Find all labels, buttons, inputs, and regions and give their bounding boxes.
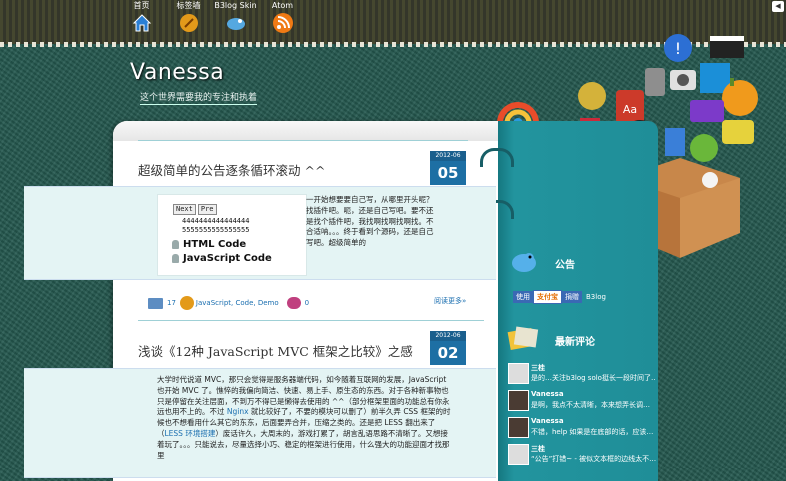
avatar	[508, 390, 529, 411]
post-separator	[138, 320, 484, 321]
recent-comment[interactable]: Vanessa 不错，help 如果是在底部的话，应该…	[508, 417, 658, 441]
date-day: 05	[437, 164, 459, 182]
post-tags[interactable]: JavaScript, Code, Demo	[196, 299, 279, 307]
nav-home[interactable]: 首页	[118, 0, 165, 34]
tag-icon	[179, 296, 194, 310]
nav-home-label: 首页	[133, 1, 150, 10]
comment-text: 是的…关注b3log solo挺长一段时间了…	[531, 374, 656, 382]
pre-button[interactable]: Pre	[197, 204, 217, 215]
nav-tags-label: 标签墙	[176, 1, 201, 10]
home-icon	[132, 14, 151, 32]
alipay-logo: 支付宝	[533, 290, 562, 304]
comment-author: 三桂	[531, 445, 545, 453]
date-year-month: 2012-06	[430, 151, 466, 161]
collapse-arrow-icon[interactable]: ◀	[772, 1, 784, 12]
post-excerpt: 大学时代说道 MVC，那只会觉得是服务器端代码，如今随着互联网的发展，JavaS…	[157, 375, 453, 461]
tag-icon	[179, 14, 198, 32]
mic-icon	[172, 253, 179, 263]
code-demo-panel: Next Pre 4444444444444444 555555555555555…	[157, 194, 307, 276]
recent-comment[interactable]: 三桂 “公告”打错~ - 被似文本框的边线太不…	[508, 444, 658, 468]
svg-text:Aa: Aa	[623, 103, 637, 116]
avatar	[508, 417, 529, 438]
demo-line: 5555555555555555	[182, 226, 250, 234]
recent-comment[interactable]: 三桂 是的…关注b3log solo挺长一段时间了…	[508, 363, 658, 387]
avatar	[508, 444, 529, 465]
nav-atom-label: Atom	[271, 1, 294, 10]
less-link[interactable]: LESS 环境搭建	[165, 429, 216, 438]
date-year-month: 2012-06	[430, 331, 466, 341]
donate-label: 捐赠	[562, 291, 582, 303]
nav-atom[interactable]: Atom	[259, 0, 306, 34]
read-more-link[interactable]: 阅读更多»	[434, 296, 466, 306]
title-underline	[138, 140, 468, 141]
site-title[interactable]: Vanessa	[130, 60, 224, 85]
donate-alipay[interactable]: 使用 支付宝 捐赠 B3log	[513, 290, 606, 304]
donate-target: B3log	[586, 293, 606, 301]
demo-line: 4444444444444444	[182, 217, 250, 225]
date-day: 02	[437, 344, 459, 362]
next-button[interactable]: Next	[173, 204, 196, 215]
nav-skin-label: B3log Skin	[214, 1, 257, 10]
donate-use: 使用	[513, 291, 533, 303]
code-item-label: HTML Code	[183, 238, 247, 250]
comment-author: Vanessa	[531, 417, 564, 425]
bird-icon	[226, 18, 245, 30]
comments-heading: 最新评论	[555, 337, 595, 348]
post-meta: 17 JavaScript, Code, Demo 0	[148, 296, 309, 310]
site-subtitle: 这个世界需要我的专注和执着	[140, 90, 258, 105]
comment-text: 是啊，我点不太清晰，本来想弄长调…	[531, 401, 650, 409]
nav-tags[interactable]: 标签墙	[165, 0, 212, 34]
recent-comment[interactable]: Vanessa 是啊，我点不太清晰，本来想弄长调…	[508, 390, 658, 414]
post-title[interactable]: 浅谈《12种 JavaScript MVC 框架之比较》之感	[138, 341, 413, 360]
code-item[interactable]: JavaScript Code	[172, 251, 306, 265]
nav-skin[interactable]: B3log Skin	[212, 0, 259, 34]
view-count: 0	[304, 299, 310, 307]
notice-heading: 公告	[555, 260, 575, 271]
svg-text:!: !	[675, 39, 681, 58]
date-box: 2012-06 02	[430, 331, 466, 365]
comment-author: 三桂	[531, 364, 545, 372]
mic-icon	[172, 239, 179, 249]
comment-cards-icon	[507, 326, 539, 350]
code-item[interactable]: HTML Code	[172, 237, 306, 251]
top-nav: 首页 标签墙 B3log Skin Atom	[118, 0, 306, 34]
main-topbar	[113, 121, 499, 141]
comment-text: 不错，help 如果是在底部的话，应该…	[531, 428, 654, 436]
bird-icon	[512, 253, 536, 272]
rss-icon	[272, 13, 293, 33]
comment-text: “公告”打错~ - 被似文本框的边线太不…	[531, 455, 656, 463]
comment-icon	[286, 297, 301, 309]
binder-hook	[480, 148, 514, 167]
nginx-link[interactable]: Nginx	[227, 407, 249, 416]
post-title[interactable]: 超级简单的公告逐条循环滚动 ^^	[138, 160, 325, 179]
code-item-label: JavaScript Code	[183, 252, 272, 264]
comment-author: Vanessa	[531, 390, 564, 398]
comment-count: 17	[167, 299, 176, 307]
folder-icon	[148, 297, 163, 309]
avatar	[508, 363, 529, 384]
post-excerpt: 一开始想要要自己写，从哪里开头呢？找插件吧。呃，还是自己写吧。要不还是找个插件吧…	[306, 195, 434, 248]
date-box: 2012-06 05	[430, 151, 466, 185]
